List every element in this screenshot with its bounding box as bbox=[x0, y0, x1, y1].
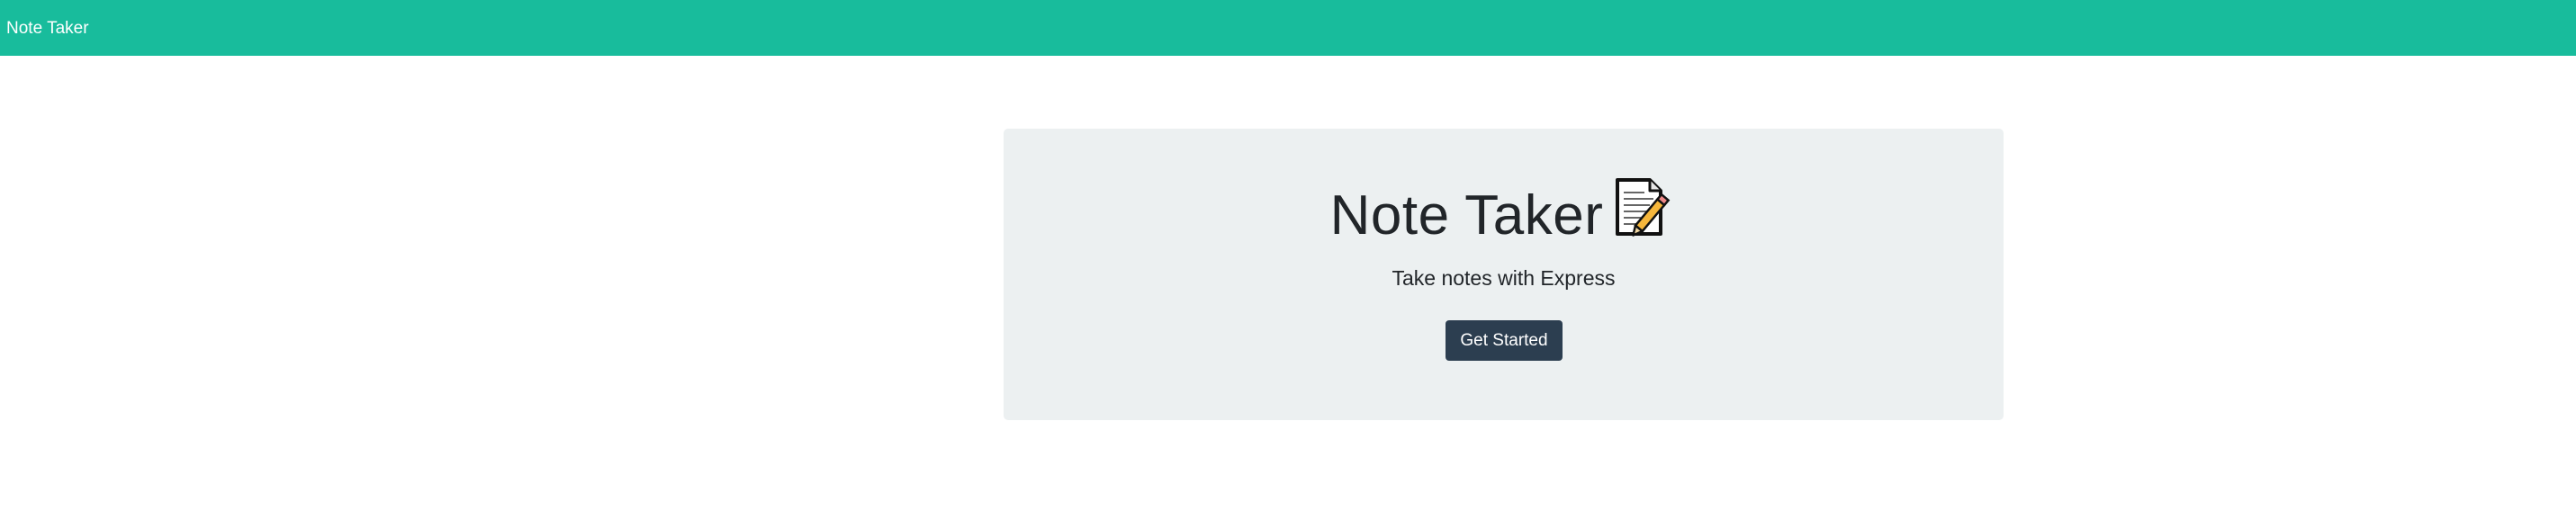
page-subtitle: Take notes with Express bbox=[1392, 266, 1616, 290]
jumbotron: Note Taker Take notes with Express Get S… bbox=[1004, 129, 2004, 420]
navbar: Note Taker bbox=[0, 0, 2576, 56]
page-title-text: Note Taker bbox=[1329, 184, 1604, 247]
navbar-brand[interactable]: Note Taker bbox=[6, 20, 89, 37]
get-started-button[interactable]: Get Started bbox=[1446, 320, 1563, 361]
memo-icon bbox=[1614, 177, 1677, 250]
page-title: Note Taker bbox=[1004, 178, 2004, 256]
